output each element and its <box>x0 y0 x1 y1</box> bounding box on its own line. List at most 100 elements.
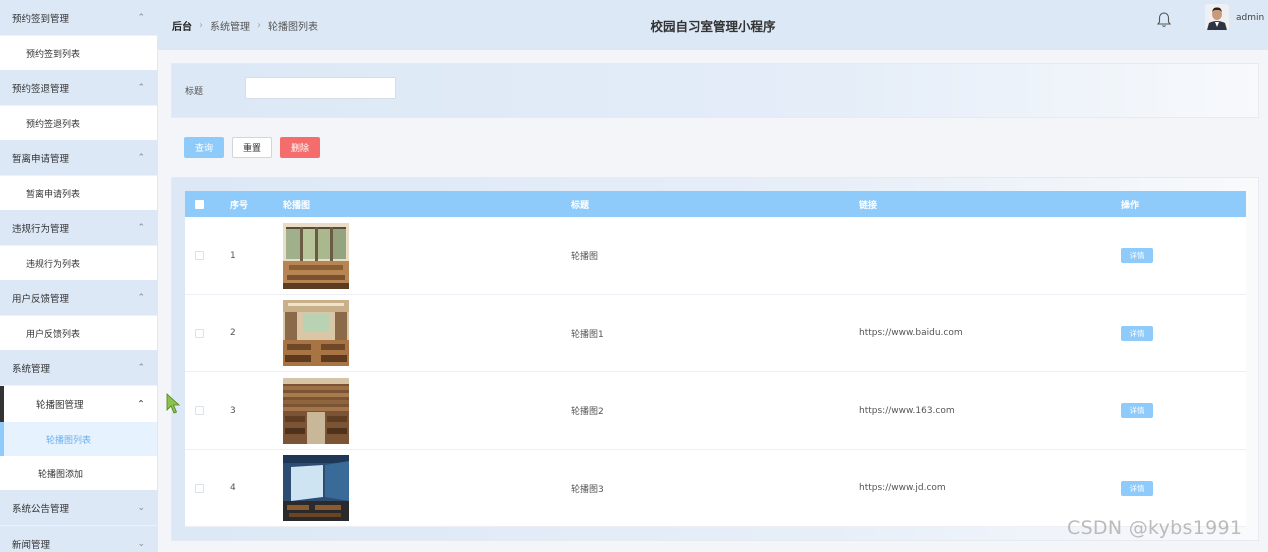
row-select-cell <box>195 217 204 294</box>
chevron-up-icon: ⌃ <box>137 222 145 233</box>
table-row: 4 轮播图3 https://www.jd.com 详情 <box>185 449 1246 527</box>
menu-item-violation-list[interactable]: 违规行为列表 <box>0 246 157 280</box>
menu-item-label: 违规行为列表 <box>26 259 81 270</box>
chevron-down-icon: ⌄ <box>137 538 145 549</box>
row-checkbox[interactable] <box>195 251 204 260</box>
row-index: 3 <box>230 405 236 416</box>
column-header-link: 链接 <box>859 200 878 211</box>
menu-group-feedback[interactable]: 用户反馈管理 ⌃ <box>0 280 157 316</box>
row-title: 轮播图1 <box>571 329 604 340</box>
menu-item-label: 轮播图列表 <box>46 435 92 446</box>
menu-group-label: 用户反馈管理 <box>12 293 70 305</box>
row-link[interactable]: https://www.baidu.com <box>859 295 963 372</box>
chevron-right-icon: › <box>257 19 261 31</box>
detail-button[interactable]: 详情 <box>1121 248 1153 263</box>
menu-group-news[interactable]: 新闻管理 ⌄ <box>0 526 157 552</box>
delete-button[interactable]: 删除 <box>280 137 320 158</box>
chevron-up-icon: ⌃ <box>137 362 145 373</box>
column-header-index: 序号 <box>230 200 249 211</box>
username[interactable]: admin <box>1236 13 1264 23</box>
chevron-up-icon: ⌃ <box>137 292 145 303</box>
title-search-input[interactable] <box>245 77 396 99</box>
menu-group-signout[interactable]: 预约签退管理 ⌃ <box>0 70 157 106</box>
menu-item-label: 预约签退列表 <box>26 119 81 130</box>
menu-group-violation[interactable]: 违规行为管理 ⌃ <box>0 210 157 246</box>
row-checkbox[interactable] <box>195 328 204 338</box>
menu-item-leave-list[interactable]: 暂离申请列表 <box>0 176 157 210</box>
menu-item-carousel-list[interactable]: 轮播图列表 <box>0 422 157 456</box>
menu-group-label: 违规行为管理 <box>12 223 70 235</box>
menu-group-label: 系统管理 <box>12 363 51 375</box>
menu-group-label: 新闻管理 <box>12 539 51 551</box>
table-row: 2 轮播图1 https://www.baidu.com 详情 <box>185 294 1246 372</box>
row-title: 轮播图 <box>571 252 599 262</box>
menu-group-system[interactable]: 系统管理 ⌃ <box>0 350 157 386</box>
breadcrumb-home[interactable]: 后台 <box>172 18 192 33</box>
select-all-checkbox[interactable] <box>195 199 204 209</box>
row-image-cell <box>283 295 349 372</box>
menu-group-signin[interactable]: 预约签到管理 ⌃ <box>0 0 157 36</box>
row-checkbox[interactable] <box>195 483 204 493</box>
menu-group-notice[interactable]: 系统公告管理 ⌄ <box>0 490 157 526</box>
chevron-right-icon: › <box>199 19 203 31</box>
row-select-cell <box>195 295 204 372</box>
menu-group-label: 预约签到管理 <box>12 13 70 25</box>
select-all-cell <box>195 191 204 217</box>
carousel-thumbnail[interactable] <box>283 377 349 444</box>
chevron-up-icon: ⌃ <box>137 82 145 93</box>
chevron-up-icon: ⌃ <box>137 152 145 163</box>
carousel-thumbnail[interactable] <box>283 222 349 289</box>
menu-item-signout-list[interactable]: 预约签退列表 <box>0 106 157 140</box>
menu-item-label: 轮播图添加 <box>38 469 84 480</box>
title-search-label: 标题 <box>185 87 204 97</box>
app-title: 校园自习室管理小程序 <box>650 18 776 34</box>
row-image-cell <box>283 372 349 449</box>
menu-item-signin-list[interactable]: 预约签到列表 <box>0 36 157 70</box>
row-title: 轮播图2 <box>571 407 604 417</box>
menu-group-label: 系统公告管理 <box>12 503 70 515</box>
row-action-cell: 详情 <box>1121 372 1153 449</box>
menu-item-label: 暂离申请列表 <box>26 189 81 200</box>
submenu-label: 轮播图管理 <box>36 400 84 411</box>
mouse-cursor-icon <box>166 393 180 414</box>
column-header-action: 操作 <box>1121 200 1140 211</box>
detail-button[interactable]: 详情 <box>1121 480 1153 496</box>
carousel-thumbnail[interactable] <box>283 455 349 521</box>
breadcrumb-system[interactable]: 系统管理 <box>210 18 250 33</box>
top-header: 后台 › 系统管理 › 轮播图列表 校园自习室管理小程序 admin <box>158 0 1268 50</box>
chevron-up-icon: ⌃ <box>137 398 145 410</box>
menu-item-carousel-add[interactable]: 轮播图添加 <box>0 456 157 490</box>
menu-group-label: 暂离申请管理 <box>12 153 70 165</box>
submenu-carousel[interactable]: 轮播图管理 ⌃ <box>0 386 157 422</box>
row-index: 2 <box>230 328 236 338</box>
row-link[interactable]: https://www.163.com <box>859 372 955 449</box>
row-select-cell <box>195 372 204 449</box>
column-header-title: 标题 <box>571 200 590 211</box>
row-index: 4 <box>230 483 236 493</box>
carousel-thumbnail[interactable] <box>283 300 349 366</box>
reset-button[interactable]: 重置 <box>232 137 272 158</box>
row-link[interactable]: https://www.jd.com <box>859 450 946 527</box>
menu-item-label: 预约签到列表 <box>26 49 81 60</box>
carousel-table: 序号 轮播图 标题 链接 操作 1 轮播图 详情 2 轮播图1 https://… <box>185 191 1246 527</box>
table-row: 3 轮播图2 https://www.163.com 详情 <box>185 372 1246 450</box>
row-action-cell: 详情 <box>1121 450 1153 527</box>
table-header: 序号 轮播图 标题 链接 操作 <box>185 191 1246 217</box>
row-image-cell <box>283 450 349 527</box>
detail-button[interactable]: 详情 <box>1121 403 1153 418</box>
row-image-cell <box>283 217 349 294</box>
menu-item-feedback-list[interactable]: 用户反馈列表 <box>0 316 157 350</box>
watermark: CSDN @kybs1991 <box>1067 517 1243 539</box>
table-panel: 序号 轮播图 标题 链接 操作 1 轮播图 详情 2 轮播图1 https://… <box>171 177 1259 541</box>
column-header-image: 轮播图 <box>283 200 311 211</box>
row-checkbox[interactable] <box>195 406 204 415</box>
row-title: 轮播图3 <box>571 484 604 495</box>
detail-button[interactable]: 详情 <box>1121 325 1153 341</box>
menu-group-leave[interactable]: 暂离申请管理 ⌃ <box>0 140 157 176</box>
sidebar: 预约签到管理 ⌃ 预约签到列表 预约签退管理 ⌃ 预约签退列表 暂离申请管理 ⌃ 暂离… <box>0 0 158 552</box>
breadcrumb-current: 轮播图列表 <box>268 21 318 33</box>
bell-icon[interactable] <box>1156 11 1172 29</box>
avatar[interactable] <box>1205 4 1229 30</box>
query-button[interactable]: 查询 <box>184 137 224 158</box>
row-action-cell: 详情 <box>1121 217 1153 294</box>
